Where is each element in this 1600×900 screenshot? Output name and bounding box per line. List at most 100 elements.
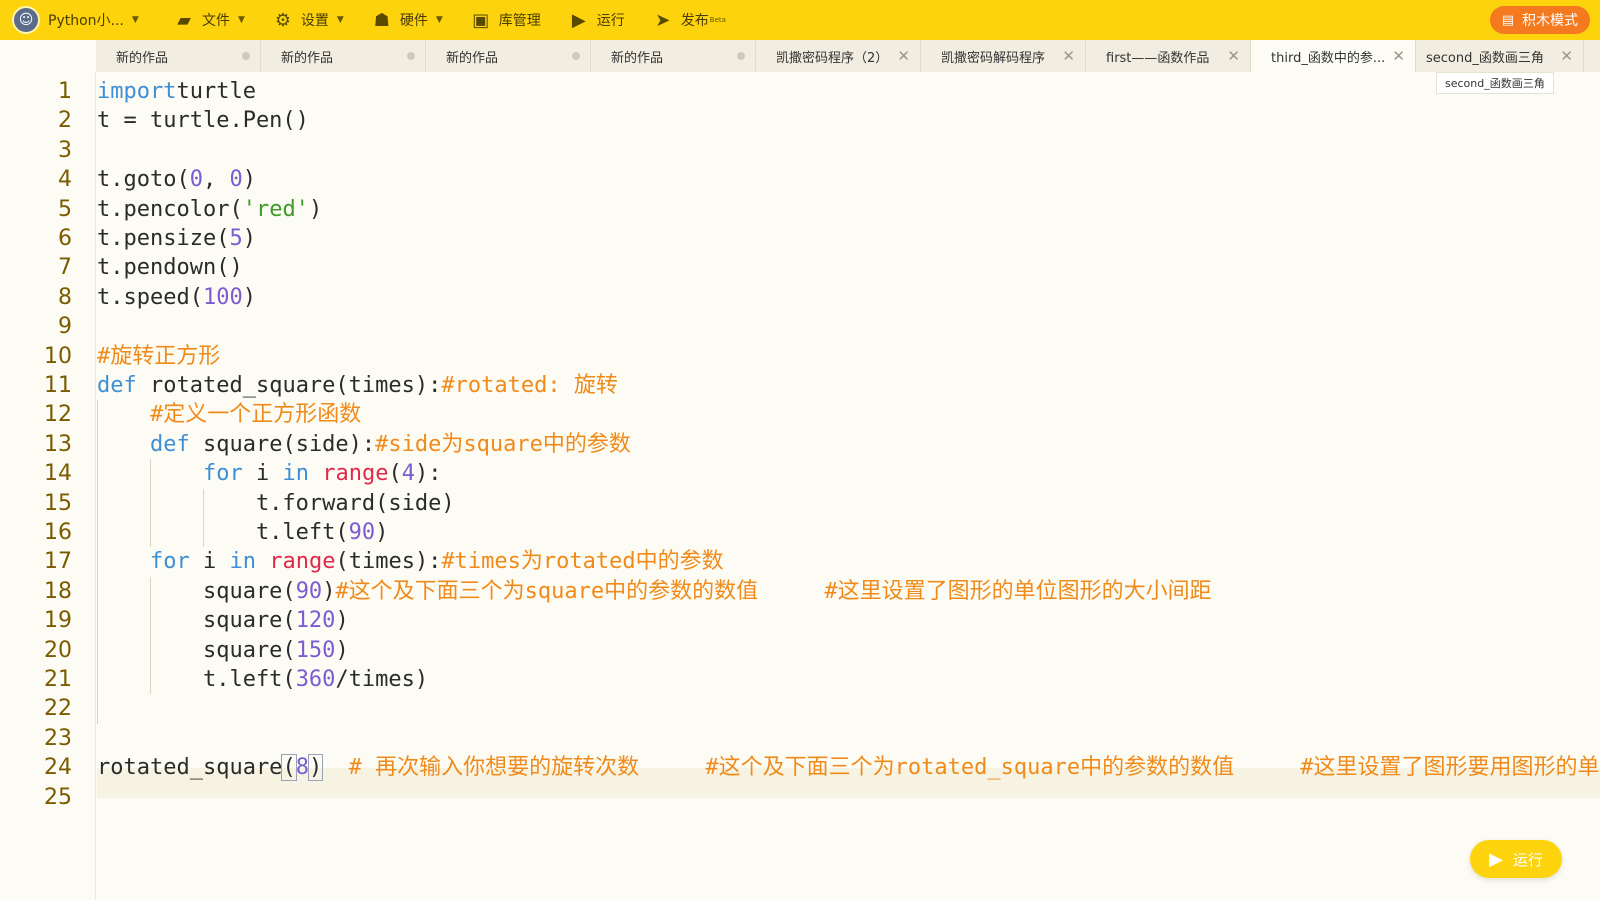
code-line[interactable]: importturtle — [97, 77, 256, 107]
code-token: square( — [97, 637, 296, 663]
code-line[interactable]: t.pencolor('red') — [97, 195, 322, 225]
code-line[interactable]: square(120) — [97, 606, 349, 636]
code-token: ( — [281, 754, 297, 782]
tab-file-5[interactable]: 凯撒密码程序（2） ✕ — [756, 40, 921, 72]
code-line[interactable]: def square(side):#side为square中的参数 — [97, 430, 631, 460]
tab-file-6[interactable]: 凯撒密码解码程序 ✕ — [921, 40, 1086, 72]
line-number: 24 — [44, 755, 72, 781]
user-name: Python小... — [48, 13, 124, 29]
code-token: ): — [414, 461, 442, 487]
beta-badge: Beta — [709, 16, 726, 24]
code-line[interactable]: t.pensize(5) — [97, 224, 256, 254]
indent-guide — [97, 400, 98, 724]
code-line[interactable]: def rotated_square(times):#rotated: 旋转 — [97, 371, 618, 401]
code-token: ) — [307, 754, 324, 782]
blocks-icon: ▤ — [1501, 12, 1514, 28]
code-line[interactable]: t = turtle.Pen() — [97, 106, 309, 136]
code-line[interactable]: square(150) — [97, 636, 349, 666]
tab-file-9[interactable]: second_函数画三角 ✕ — [1416, 40, 1584, 72]
code-token: 90 — [295, 578, 323, 604]
code-token: ) — [335, 637, 349, 663]
close-icon[interactable]: ✕ — [1392, 47, 1405, 65]
code-keyword: for — [202, 461, 243, 487]
close-icon[interactable]: ✕ — [897, 47, 910, 65]
menu-hardware[interactable]: ☗ 硬件 ▼ — [358, 0, 457, 40]
line-number: 25 — [44, 784, 72, 810]
tab-label: 新的作品 — [116, 50, 169, 66]
code-keyword: in — [282, 461, 309, 487]
line-number: 8 — [58, 284, 72, 310]
code-token: t.pencolor( — [97, 196, 243, 222]
run-button[interactable]: ▶ 运行 — [1470, 840, 1562, 878]
play-circle-icon: ▶ — [571, 9, 586, 31]
code-line[interactable]: t.speed(100) — [97, 283, 256, 313]
close-icon[interactable]: ✕ — [1560, 47, 1573, 65]
menu-run-label: 运行 — [596, 13, 625, 29]
tab-file-8-active[interactable]: third_函数中的参... ✕ — [1251, 40, 1416, 72]
code-line[interactable]: t.goto(0, 0) — [97, 165, 256, 195]
line-number: 16 — [44, 520, 72, 545]
code-token: 90 — [348, 520, 376, 545]
code-token: rotated_square — [97, 755, 283, 781]
menu-settings-label: 设置 — [300, 13, 329, 29]
tab-file-3[interactable]: 新的作品 — [426, 40, 591, 72]
code-token: (times): — [335, 549, 442, 575]
menu-file[interactable]: ▰ 文件 ▼ — [160, 0, 259, 40]
tab-file-4[interactable]: 新的作品 — [591, 40, 756, 72]
code-token: 150 — [295, 637, 336, 663]
line-number: 12 — [44, 402, 72, 428]
code-line[interactable]: square(90)#这个及下面三个为square中的参数的数值 #这里设置了图… — [97, 577, 1212, 607]
chevron-down-icon: ▼ — [336, 15, 344, 25]
menu-library-label: 库管理 — [498, 13, 541, 29]
menu-library[interactable]: ▣ 库管理 — [457, 0, 555, 40]
line-number: 19 — [44, 608, 72, 634]
line-number: 10 — [44, 343, 72, 369]
code-comment: #rotated: 旋转 — [441, 373, 618, 398]
tab-file-7[interactable]: first——函数作品 ✕ — [1086, 40, 1251, 72]
folder-icon: ▰ — [177, 9, 191, 31]
menu-publish[interactable]: ➤ 发布 Beta — [639, 0, 740, 40]
block-mode-button[interactable]: ▤ 积木模式 — [1489, 6, 1590, 34]
code-token: 'red' — [242, 196, 309, 222]
tab-file-1[interactable]: 新的作品 — [96, 40, 261, 72]
code-line[interactable]: #定义一个正方形函数 — [97, 400, 361, 430]
tab-label: second_函数画三角 — [1426, 50, 1544, 66]
code-line[interactable]: #旋转正方形 — [97, 342, 220, 372]
line-number: 7 — [58, 255, 72, 281]
code-line[interactable]: t.pendown() — [97, 253, 243, 283]
line-number: 18 — [44, 578, 72, 604]
user-menu[interactable]: ☺ Python小... ▼ — [0, 0, 160, 40]
menu-run[interactable]: ▶ 运行 — [555, 0, 639, 40]
code-token: turtle — [176, 79, 256, 104]
code-line[interactable]: for i in range(times):#times为rotated中的参数 — [97, 547, 724, 577]
run-button-label: 运行 — [1512, 850, 1543, 869]
close-icon[interactable]: ✕ — [1062, 47, 1075, 65]
code-keyword: for — [149, 549, 190, 575]
line-number: 3 — [58, 137, 72, 163]
code-token: 0 — [189, 167, 203, 193]
code-line[interactable]: for i in range(4): — [97, 459, 441, 489]
code-comment: # 再次输入你想要的旋转次数 #这个及下面三个为rotated_square中的… — [322, 755, 1600, 781]
tab-file-2[interactable]: 新的作品 — [261, 40, 426, 72]
code-line[interactable]: rotated_square(8) # 再次输入你想要的旋转次数 #这个及下面三… — [97, 753, 1600, 783]
code-token: ) — [242, 226, 256, 251]
code-comment: #定义一个正方形函数 — [149, 402, 362, 428]
code-keyword: import — [97, 79, 177, 104]
code-line[interactable]: t.left(90) — [97, 518, 388, 548]
file-tabs: 新的作品 新的作品 新的作品 新的作品 凯撒密码程序（2） ✕ 凯撒密码解码程序… — [96, 40, 1600, 72]
code-line[interactable]: t.left(360/times) — [97, 665, 428, 695]
line-number: 5 — [58, 196, 72, 222]
hardware-icon: ☗ — [373, 9, 390, 31]
code-keyword: def — [149, 431, 190, 457]
code-token: ) — [322, 578, 336, 604]
menu-settings[interactable]: ⚙ 设置 ▼ — [259, 0, 358, 40]
close-icon[interactable]: ✕ — [1227, 47, 1240, 65]
code-token: ) — [242, 284, 256, 310]
tab-label: 新的作品 — [611, 50, 664, 66]
code-token: , — [202, 167, 230, 193]
tab-label: first——函数作品 — [1106, 50, 1210, 66]
send-icon: ➤ — [655, 9, 671, 31]
